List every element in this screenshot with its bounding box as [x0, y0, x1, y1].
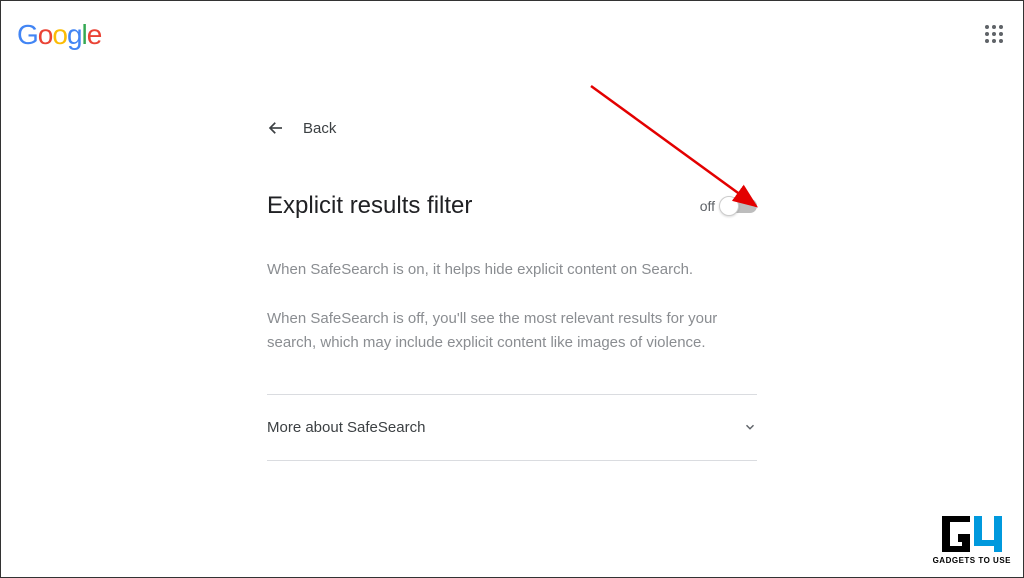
more-about-safesearch-expander[interactable]: More about SafeSearch: [267, 394, 757, 461]
description-off-text: When SafeSearch is off, you'll see the m…: [267, 307, 757, 354]
chevron-down-icon: [743, 420, 757, 434]
arrow-left-icon: [267, 119, 285, 137]
safesearch-toggle[interactable]: [721, 198, 757, 214]
description-on-text: When SafeSearch is on, it helps hide exp…: [267, 258, 757, 281]
toggle-state-label: off: [700, 198, 715, 214]
watermark: GADGETS TO USE: [933, 514, 1011, 565]
watermark-text: GADGETS TO USE: [933, 556, 1011, 565]
back-button[interactable]: Back: [267, 119, 757, 137]
watermark-logo-icon: [933, 514, 1011, 554]
apps-grid-icon[interactable]: [983, 23, 1007, 47]
expander-label: More about SafeSearch: [267, 419, 425, 436]
back-label: Back: [303, 120, 336, 137]
page-title: Explicit results filter: [267, 192, 472, 220]
google-logo[interactable]: Google: [17, 19, 101, 51]
